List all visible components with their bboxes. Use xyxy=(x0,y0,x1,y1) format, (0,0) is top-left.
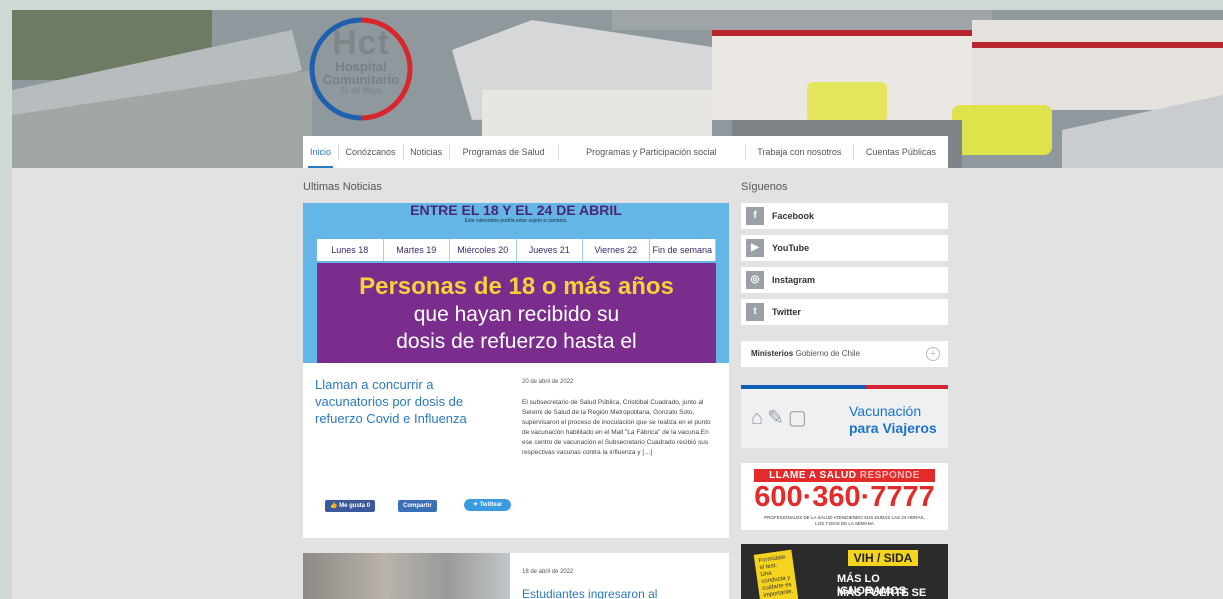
nav-inicio[interactable]: Inicio xyxy=(303,136,338,168)
logo-hct: Hct xyxy=(332,24,390,62)
image-header: ENTRE EL 18 Y EL 24 DE ABRIL xyxy=(410,203,622,218)
news-card: 18 de abril de 2022 Estudiantes ingresar… xyxy=(303,553,729,599)
social-facebook[interactable]: f Facebook xyxy=(741,203,948,229)
days-row: Lunes 18 Martes 19 Miércoles 20 Jueves 2… xyxy=(317,239,716,261)
logo-comunitario: Comunitario xyxy=(322,72,400,87)
news-card: ENTRE EL 18 Y EL 24 DE ABRIL Este calend… xyxy=(303,203,729,538)
expand-plus-icon[interactable]: + xyxy=(926,347,940,361)
gobierno-label: Gobierno de Chile xyxy=(795,349,860,358)
vih-booklet: Formúlate el test. Una conducta y cuidar… xyxy=(753,549,799,599)
facebook-like-button[interactable]: 👍 Me gusta 0 xyxy=(325,500,376,512)
nav-conozcanos[interactable]: Conózcanos xyxy=(339,136,403,168)
news-date: 20 de abril de 2022 xyxy=(522,379,574,385)
social-label: Facebook xyxy=(772,211,815,221)
social-label: YouTube xyxy=(772,243,810,253)
day-cell: Viernes 22 xyxy=(583,239,650,261)
salud-responde-number: 600·360·7777 xyxy=(754,481,935,513)
vacunacion-viajeros-banner[interactable]: ⌂✎▢ Vacunación para Viajeros xyxy=(741,385,948,448)
social-youtube[interactable]: ▶ YouTube xyxy=(741,235,948,261)
image-line-1: Personas de 18 o más años xyxy=(359,273,674,300)
news-title-link[interactable]: Llaman a concurrir a vacunatorios por do… xyxy=(315,376,485,427)
news-section-title: Ultimas Noticias xyxy=(303,181,382,193)
facebook-share-button[interactable]: Compartir xyxy=(398,500,437,512)
facebook-icon: f xyxy=(746,207,764,225)
nav-programas-salud[interactable]: Programas de Salud xyxy=(450,136,558,168)
instagram-icon: ◎ xyxy=(746,271,764,289)
image-line-2: que hayan recibido su xyxy=(413,303,620,326)
nav-noticias[interactable]: Noticias xyxy=(403,136,449,168)
social-instagram[interactable]: ◎ Instagram xyxy=(741,267,948,293)
social-label: Instagram xyxy=(772,275,816,285)
twitter-bird-icon: ✦ xyxy=(473,502,480,508)
vih-header: VIH / SIDA xyxy=(848,550,918,566)
twitter-icon: t xyxy=(746,303,764,321)
day-cell: Lunes 18 xyxy=(317,239,384,261)
social-twitter[interactable]: t Twitter xyxy=(741,299,948,325)
salud-responde-banner[interactable]: LLAME A SALUD RESPONDE 600·360·7777 PROF… xyxy=(741,463,948,530)
salud-responde-foot: LOS 7 DÍAS DE LA SEMANA xyxy=(815,521,874,526)
day-cell: Martes 19 xyxy=(384,239,450,261)
salud-responde-foot: PROFESIONALES DE LA SALUD ATENDIENDO SUS… xyxy=(764,515,925,520)
thumbs-up-icon: 👍 xyxy=(330,503,340,509)
logo-location: 21 de Mayo xyxy=(340,86,382,95)
news-summary: El subsecretario de Salud Pública, Crist… xyxy=(522,399,711,456)
nav-programas-participacion[interactable]: Programas y Participación social xyxy=(558,136,745,168)
tweet-button[interactable]: ✦ Twittear xyxy=(464,499,512,511)
travel-icons: ⌂✎▢ xyxy=(751,407,811,429)
vacunacion-title: Vacunación xyxy=(849,403,922,419)
vih-sida-banner[interactable]: Formúlate el test. Una conducta y cuidar… xyxy=(741,544,948,599)
day-cell: Miércoles 20 xyxy=(450,239,517,261)
day-cell: Jueves 21 xyxy=(517,239,583,261)
image-line-3: dosis de refuerzo hasta el xyxy=(396,330,637,353)
day-cell: Fin de semana xyxy=(650,239,716,261)
hero-banner: Hct Hospital Comunitario 21 de Mayo Inic… xyxy=(12,10,1223,168)
youtube-icon: ▶ xyxy=(746,239,764,257)
news-date: 18 de abril de 2022 xyxy=(522,569,574,575)
news-thumbnail[interactable] xyxy=(303,553,510,599)
vacunacion-subtitle: para Viajeros xyxy=(849,420,937,436)
social-label: Twitter xyxy=(772,307,801,317)
main-nav: Inicio Conózcanos Noticias Programas de … xyxy=(303,136,948,168)
hospital-logo[interactable]: Hct Hospital Comunitario 21 de Mayo xyxy=(308,16,414,122)
image-purple-panel: Personas de 18 o más años que hayan reci… xyxy=(317,263,716,363)
flag-bar xyxy=(741,385,948,389)
ministerios-label: Ministerios xyxy=(751,349,794,358)
nav-cuentas-publicas[interactable]: Cuentas Públicas xyxy=(854,136,948,168)
news-image[interactable]: ENTRE EL 18 Y EL 24 DE ABRIL Este calend… xyxy=(303,203,729,363)
nav-trabaja[interactable]: Trabaja con nosotros xyxy=(745,136,853,168)
ministerios-widget[interactable]: Ministerios Gobierno de Chile + xyxy=(741,341,948,367)
page-frame: Hct Hospital Comunitario 21 de Mayo Inic… xyxy=(12,10,1223,599)
image-subheader: Este calendario podría estar sujeto a ca… xyxy=(464,218,568,224)
follow-section-title: Síguenos xyxy=(741,181,788,193)
news-title-link[interactable]: Estudiantes ingresaron al xyxy=(522,587,657,599)
vih-line-2: MÁS FUERTE SE HACE. xyxy=(837,587,927,599)
